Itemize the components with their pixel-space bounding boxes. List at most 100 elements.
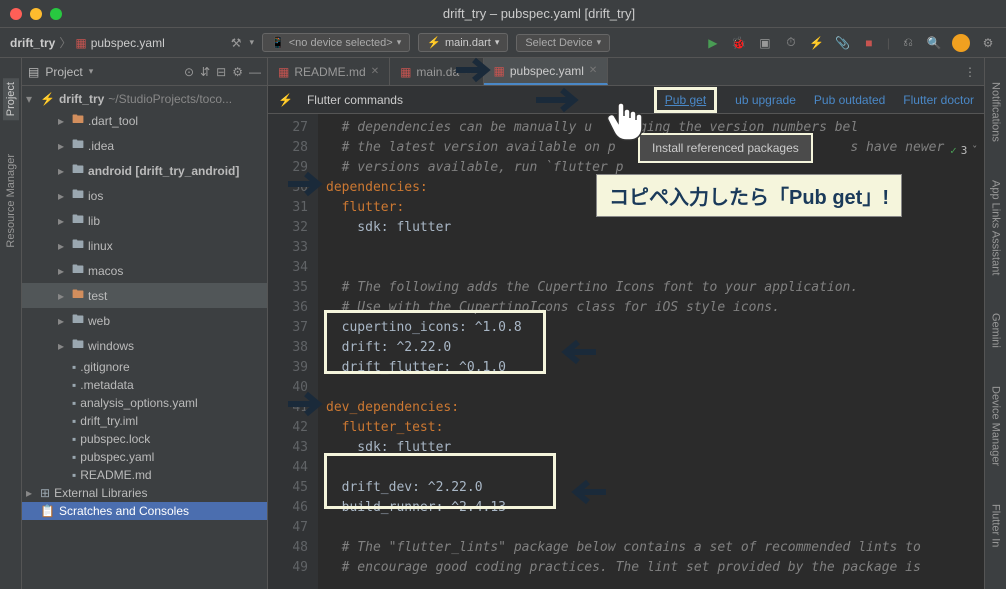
tree-item[interactable]: ▪pubspec.lock (22, 430, 267, 448)
profile-button[interactable]: ⏱ (783, 35, 799, 51)
window-title: drift_try – pubspec.yaml [drift_try] (82, 6, 996, 21)
select-device-dropdown[interactable]: Select Device ▾ (516, 34, 610, 52)
project-view-mode[interactable]: Project (45, 65, 82, 79)
close-tab-icon[interactable]: ✕ (589, 65, 597, 76)
debug-button[interactable]: 🐞 (731, 35, 747, 51)
file-icon: ▪ (72, 432, 76, 446)
folder-icon: 🖿 (72, 185, 84, 206)
pub-upgrade-button[interactable]: ub upgrade (735, 93, 796, 107)
resource-manager-tab[interactable]: Resource Manager (3, 150, 19, 252)
code-line[interactable]: build_runner: ^2.4.13 (326, 498, 984, 518)
tree-item[interactable]: ▪README.md (22, 466, 267, 484)
expand-all-icon[interactable]: ⇵ (200, 65, 210, 79)
device-manager-tab[interactable]: Device Manager (988, 382, 1004, 470)
search-button[interactable]: 🔍 (926, 35, 942, 51)
vcs-button[interactable]: ⎌ (900, 35, 916, 51)
code-line[interactable]: # encourage good coding practices. The l… (326, 558, 984, 578)
device-selector-label: <no device selected> (289, 37, 393, 49)
code-line[interactable]: drift: ^2.22.0 (326, 338, 984, 358)
tree-item[interactable]: ▪analysis_options.yaml (22, 394, 267, 412)
hide-icon[interactable]: — (249, 65, 261, 79)
breadcrumb-project[interactable]: drift_try (10, 36, 55, 50)
code-line[interactable]: dev_dependencies: (326, 398, 984, 418)
tree-item[interactable]: ▪drift_try.iml (22, 412, 267, 430)
select-opened-file-icon[interactable]: ⊙ (184, 65, 194, 79)
code-line[interactable]: # Use with the CupertinoIcons class for … (326, 298, 984, 318)
code-line[interactable] (326, 238, 984, 258)
tree-item[interactable]: ▸🖿web (22, 308, 267, 333)
tree-item[interactable]: ▸🖿android [drift_try_android] (22, 158, 267, 183)
maximize-window-button[interactable] (50, 8, 62, 20)
flutter-inspector-tab[interactable]: Flutter In (988, 500, 1004, 551)
tree-item[interactable]: ▪.metadata (22, 376, 267, 394)
tree-item[interactable]: ▪.gitignore (22, 358, 267, 376)
tree-item[interactable]: ▸🖿.dart_tool (22, 108, 267, 133)
settings-button[interactable]: ⚙ (980, 35, 996, 51)
hot-reload-button[interactable]: ⚡ (809, 35, 825, 51)
attach-button[interactable]: 📎 (835, 35, 851, 51)
code-line[interactable]: sdk: flutter (326, 438, 984, 458)
run-config-selector[interactable]: ⚡ main.dart ▾ (418, 33, 508, 52)
code-line[interactable]: drift_flutter: ^0.1.0 (326, 358, 984, 378)
editor-tab[interactable]: ▦main.da✕ (390, 58, 483, 85)
tree-item[interactable]: ▸🖿windows (22, 333, 267, 358)
settings-icon[interactable]: ⚙ (232, 65, 243, 79)
code-line[interactable]: # The "flutter_lints" package below cont… (326, 538, 984, 558)
breadcrumb-file[interactable]: pubspec.yaml (91, 36, 165, 50)
chevron-right-icon: ▸ (58, 314, 68, 328)
folder-icon: 🖿 (72, 160, 84, 181)
tab-label: pubspec.yaml (510, 64, 584, 78)
code-line[interactable]: sdk: flutter (326, 218, 984, 238)
tree-item[interactable]: ▸🖿test (22, 283, 267, 308)
code-line[interactable]: # The following adds the Cupertino Icons… (326, 278, 984, 298)
tree-item[interactable]: ▪pubspec.yaml (22, 448, 267, 466)
editor-tab[interactable]: ▦README.md✕ (268, 58, 390, 85)
analysis-badge[interactable]: ✓ 3 ˇ (950, 144, 978, 157)
code-line[interactable] (326, 258, 984, 278)
coverage-button[interactable]: ▣ (757, 35, 773, 51)
device-selector[interactable]: 📱 <no device selected> ▾ (262, 33, 410, 52)
project-tool-tab[interactable]: Project (3, 78, 19, 120)
code-line[interactable] (326, 378, 984, 398)
breadcrumb[interactable]: drift_try 〉 ▦ pubspec.yaml (10, 34, 165, 51)
tree-item[interactable]: ▸🖿lib (22, 208, 267, 233)
line-number: 45 (268, 478, 308, 498)
notifications-tab[interactable]: Notifications (988, 78, 1004, 146)
code-line[interactable] (326, 458, 984, 478)
external-libraries[interactable]: ▸ ⊞ External Libraries (22, 484, 267, 502)
app-links-tab[interactable]: App Links Assistant (988, 176, 1004, 279)
editor-tab[interactable]: ▦pubspec.yaml✕ (484, 58, 609, 85)
pub-outdated-button[interactable]: Pub outdated (814, 93, 885, 107)
tree-item[interactable]: ▸🖿macos (22, 258, 267, 283)
user-avatar[interactable] (952, 34, 970, 52)
tree-item[interactable]: ▸🖿ios (22, 183, 267, 208)
minimize-window-button[interactable] (30, 8, 42, 20)
code-line[interactable] (326, 518, 984, 538)
flutter-icon: ⚡ (427, 36, 441, 49)
code-line[interactable]: drift_dev: ^2.22.0 (326, 478, 984, 498)
code-line[interactable]: cupertino_icons: ^1.0.8 (326, 318, 984, 338)
gemini-tab[interactable]: Gemini (988, 309, 1004, 352)
yaml-file-icon: ▦ (75, 36, 86, 50)
collapse-all-icon[interactable]: ⊟ (216, 65, 226, 79)
hammer-icon[interactable]: ⚒ (231, 36, 242, 50)
tree-item-label: README.md (80, 468, 151, 482)
tabs-menu-icon[interactable]: ⋮ (956, 65, 984, 79)
pub-get-button[interactable]: Pub get (654, 87, 717, 113)
chevron-down-icon[interactable]: ▾ (250, 37, 255, 48)
tree-item[interactable]: ▸🖿linux (22, 233, 267, 258)
scratches-and-consoles[interactable]: 📋 Scratches and Consoles (22, 502, 267, 520)
chevron-down-icon[interactable]: ▾ (89, 66, 94, 77)
chevron-down-icon: ▾ (26, 92, 36, 106)
tree-item[interactable]: ▸🖿.idea (22, 133, 267, 158)
close-tab-icon[interactable]: ✕ (464, 66, 472, 77)
chevron-right-icon: ▸ (58, 264, 68, 278)
close-window-button[interactable] (10, 8, 22, 20)
code-line[interactable]: flutter_test: (326, 418, 984, 438)
flutter-doctor-button[interactable]: Flutter doctor (903, 93, 974, 107)
tree-root[interactable]: ▾ ⚡ drift_try ~/StudioProjects/toco... (22, 90, 267, 108)
tooltip: Install referenced packages (638, 133, 813, 163)
stop-button[interactable]: ■ (861, 35, 877, 51)
close-tab-icon[interactable]: ✕ (371, 66, 379, 77)
run-button[interactable]: ▶ (705, 35, 721, 51)
